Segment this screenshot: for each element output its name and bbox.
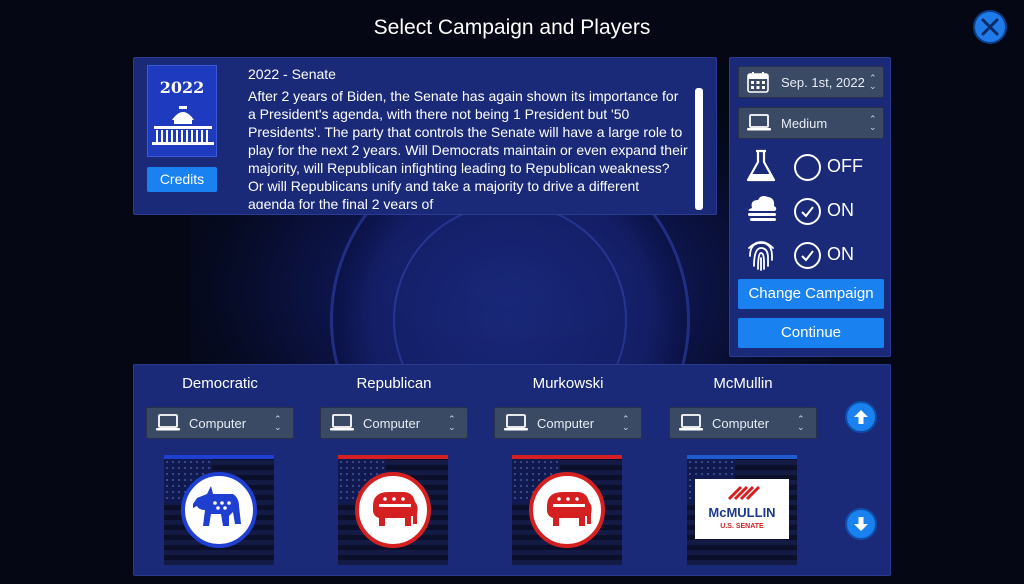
cloud-icon [748, 196, 777, 221]
players-panel: Democratic Computer ⌃ ⌄ Republican Compu… [133, 364, 891, 576]
page-title: Select Campaign and Players [373, 16, 651, 39]
chevron-updown-icon: ⌃ ⌄ [448, 414, 456, 432]
toggle-row-fingerprint: ON [742, 234, 882, 274]
player-control-value: Computer [189, 416, 247, 431]
flask-icon [746, 149, 776, 182]
party-logo-card[interactable] [164, 455, 274, 565]
chevron-updown-icon: ⌃ ⌄ [869, 114, 877, 132]
calendar-icon [747, 72, 769, 93]
toggle-weather[interactable] [794, 198, 821, 225]
continue-button[interactable]: Continue [738, 318, 884, 348]
player-control-value: Computer [363, 416, 421, 431]
player-column-democratic: Democratic Computer ⌃ ⌄ [146, 365, 294, 577]
check-icon [801, 250, 814, 262]
toggle-row-experimental: OFF [742, 146, 882, 186]
player-column-republican: Republican Computer ⌃ ⌄ [320, 365, 468, 577]
player-control-value: Computer [537, 416, 595, 431]
scroll-up-button[interactable] [845, 401, 877, 433]
elephant-icon [355, 472, 431, 548]
cover-year: 2022 [159, 78, 205, 97]
player-control-select[interactable]: Computer ⌃ ⌄ [494, 407, 642, 439]
player-control-select[interactable]: Computer ⌃ ⌄ [669, 407, 817, 439]
fingerprint-icon [748, 241, 774, 271]
player-column-murkowski: Murkowski Computer ⌃ ⌄ [494, 365, 642, 577]
change-campaign-button[interactable]: Change Campaign [738, 279, 884, 309]
party-name: Democratic [182, 375, 258, 392]
elephant-icon [529, 472, 605, 548]
toggle-experimental[interactable] [794, 154, 821, 181]
description-scrollbar[interactable] [695, 88, 703, 210]
date-value: Sep. 1st, 2022 [781, 75, 865, 90]
party-name: Republican [356, 375, 432, 392]
arrow-down-icon [854, 517, 868, 531]
player-column-mcmullin: McMullin Computer ⌃ ⌄ McMULLIN U.S. SENA… [669, 365, 817, 577]
chevron-updown-icon: ⌃ ⌄ [274, 414, 282, 432]
toggle-row-weather: ON [742, 190, 882, 230]
campaign-title: 2022 - Senate [248, 66, 336, 82]
difficulty-select[interactable]: Medium ⌃ ⌄ [738, 107, 884, 139]
laptop-icon [330, 414, 354, 431]
campaign-description: After 2 years of Biden, the Senate has a… [248, 88, 688, 209]
party-name: Murkowski [532, 375, 604, 392]
mcmullin-logo-name: McMULLIN [708, 505, 775, 520]
player-control-select[interactable]: Computer ⌃ ⌄ [320, 407, 468, 439]
capitol-icon [152, 106, 214, 145]
campaign-settings-panel: Sep. 1st, 2022 ⌃ ⌄ Medium ⌃ ⌄ OFF ON ON … [729, 57, 891, 357]
donkey-icon [181, 472, 257, 548]
toggle-experimental-state: OFF [827, 156, 863, 176]
campaign-cover-image: 2022 [147, 65, 217, 157]
party-logo-card[interactable] [512, 455, 622, 565]
player-control-value: Computer [712, 416, 770, 431]
credits-button[interactable]: Credits [147, 167, 217, 192]
chevron-updown-icon: ⌃ ⌄ [797, 414, 805, 432]
date-select[interactable]: Sep. 1st, 2022 ⌃ ⌄ [738, 66, 884, 98]
toggle-fingerprint[interactable] [794, 242, 821, 269]
laptop-icon [679, 414, 703, 431]
party-logo-card[interactable] [338, 455, 448, 565]
party-name: McMullin [713, 375, 773, 392]
campaign-description-panel: 2022 Credits 2022 - Senate After 2 years… [133, 57, 717, 215]
laptop-icon [747, 114, 771, 131]
mcmullin-logo: McMULLIN U.S. SENATE [695, 479, 789, 539]
scroll-down-button[interactable] [845, 508, 877, 540]
party-logo-card[interactable]: McMULLIN U.S. SENATE [687, 455, 797, 565]
check-icon [801, 206, 814, 218]
toggle-weather-state: ON [827, 200, 854, 220]
difficulty-value: Medium [781, 116, 828, 131]
toggle-fingerprint-state: ON [827, 244, 854, 264]
close-button[interactable] [973, 10, 1007, 44]
chevron-updown-icon: ⌃ ⌄ [869, 73, 877, 91]
arrow-up-icon [854, 410, 868, 424]
mcmullin-logo-subtitle: U.S. SENATE [720, 523, 764, 530]
chevron-updown-icon: ⌃ ⌄ [622, 414, 630, 432]
player-control-select[interactable]: Computer ⌃ ⌄ [146, 407, 294, 439]
laptop-icon [504, 414, 528, 431]
close-icon [981, 18, 999, 36]
laptop-icon [156, 414, 180, 431]
